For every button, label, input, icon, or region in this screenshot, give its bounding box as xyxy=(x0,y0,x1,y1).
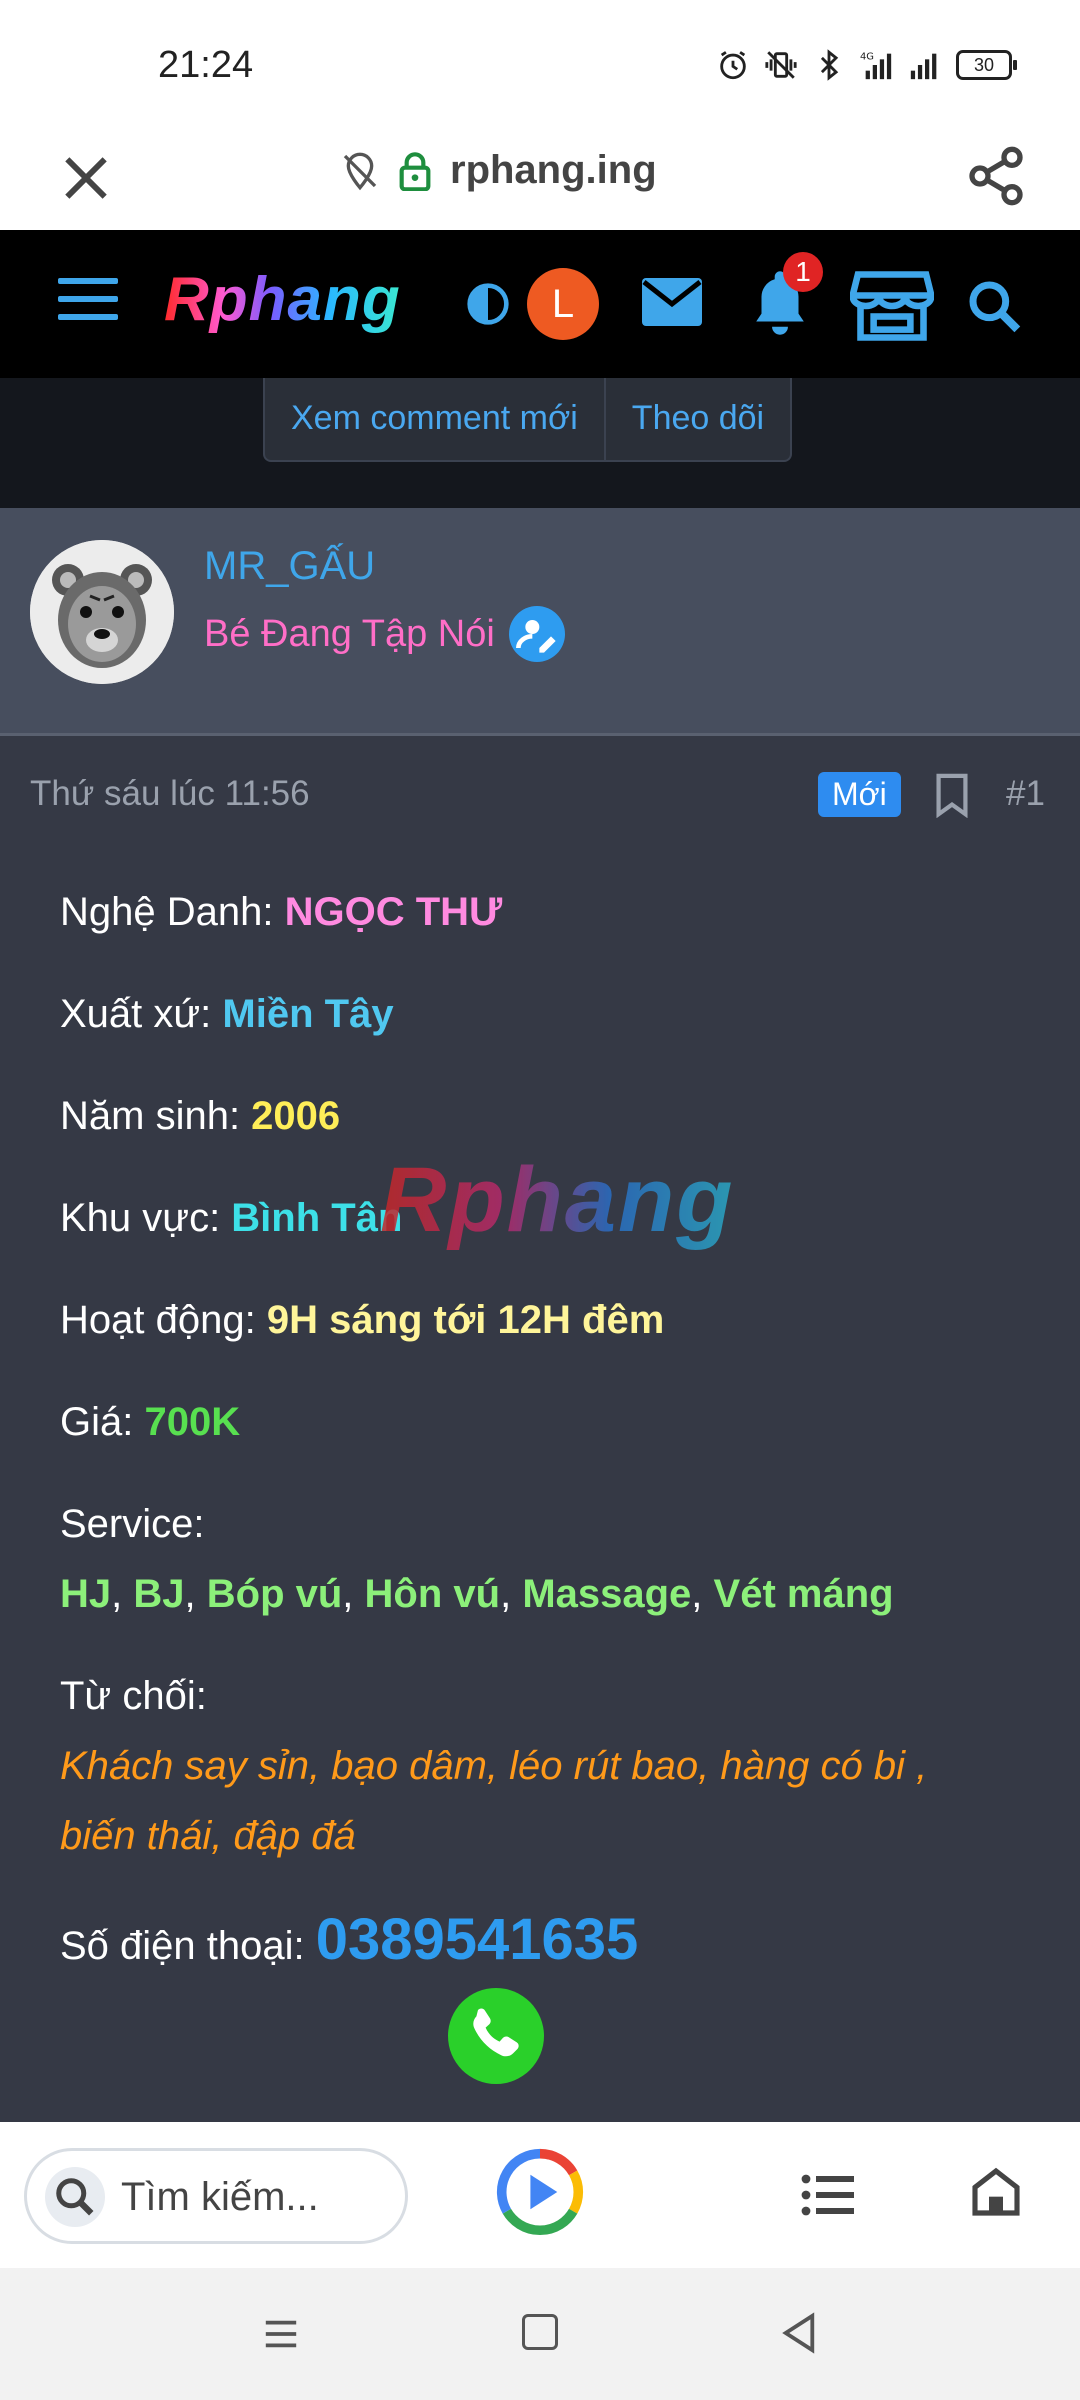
watermark-logo: Rphang xyxy=(380,1149,735,1251)
site-header: Rphang L 1 xyxy=(0,230,1080,378)
browser-url-bar: rphang.ing xyxy=(0,130,1080,230)
share-icon[interactable] xyxy=(964,142,1028,210)
username[interactable]: MR_GẤU xyxy=(204,544,375,589)
phone-row: Số điện thoại: 0389541635 xyxy=(60,1906,638,1973)
stage-name-value: NGỌC THƯ xyxy=(284,890,503,934)
hours-value: 9H sáng tới 12H đêm xyxy=(266,1298,665,1342)
close-icon[interactable] xyxy=(54,146,118,210)
new-badge: Mới xyxy=(818,772,901,817)
store-icon[interactable] xyxy=(850,268,934,344)
user-title: Bé Đang Tập Nói xyxy=(204,606,565,662)
area-value: Bình Tân xyxy=(231,1196,403,1240)
price-label: Giá: xyxy=(60,1400,145,1444)
reject-line-2: biến thái, đập đá xyxy=(60,1814,356,1858)
services-list: HJ, BJ, Bóp vú, Hôn vú, Massage, Vét mán… xyxy=(60,1572,894,1616)
battery-icon: 30 xyxy=(956,50,1017,80)
signal-4g-icon: 4G xyxy=(860,51,892,80)
svg-text:4G: 4G xyxy=(860,51,874,62)
price-value: 700K xyxy=(144,1400,241,1444)
area-label: Khu vực: xyxy=(60,1196,232,1240)
browser-bottom-toolbar: Tìm kiếm... xyxy=(0,2122,1080,2268)
signal-icon xyxy=(910,53,937,80)
hours-row: Hoạt động: 9H sáng tới 12H đêm xyxy=(60,1298,664,1343)
notification-badge: 1 xyxy=(783,252,823,292)
vibrate-icon xyxy=(765,51,797,79)
price-row: Giá: 700K xyxy=(60,1400,240,1445)
list-icon[interactable] xyxy=(800,2170,856,2220)
bluetooth-icon xyxy=(820,49,839,81)
home-button-icon[interactable] xyxy=(522,2314,558,2350)
search-icon xyxy=(45,2167,105,2227)
phone-label: Số điện thoại: xyxy=(60,1924,316,1968)
search-icon[interactable] xyxy=(966,278,1022,334)
search-placeholder: Tìm kiếm... xyxy=(121,2175,319,2219)
post-author-bar: MR_GẤU Bé Đang Tập Nói xyxy=(0,508,1080,736)
phone-number-link[interactable]: 0389541635 xyxy=(316,1907,639,1972)
service-item: BJ xyxy=(133,1572,185,1616)
user-avatar[interactable] xyxy=(30,540,174,684)
hours-label: Hoạt động: xyxy=(60,1298,267,1342)
alarm-icon xyxy=(720,51,746,80)
back-icon[interactable] xyxy=(780,2312,818,2354)
bear-avatar-icon xyxy=(30,540,174,684)
call-button[interactable] xyxy=(448,1988,544,2084)
location-off-icon xyxy=(343,152,377,190)
home-icon[interactable] xyxy=(968,2164,1024,2220)
reject-line-1: Khách say sỉn, bạo dâm, léo rút bao, hàn… xyxy=(60,1744,928,1788)
new-comments-button[interactable]: Xem comment mới xyxy=(265,378,604,460)
post-date[interactable]: Thứ sáu lúc 11:56 xyxy=(30,774,310,814)
action-button-group: Xem comment mới Theo dõi xyxy=(263,378,793,462)
status-time: 21:24 xyxy=(158,44,254,86)
birth-year-label: Năm sinh: xyxy=(60,1094,252,1138)
service-item: HJ xyxy=(60,1572,112,1616)
post-number[interactable]: #1 xyxy=(1006,774,1045,814)
thread-actions: Xem comment mới Theo dõi xyxy=(0,378,1080,508)
verified-user-icon xyxy=(508,606,565,662)
url-display[interactable]: rphang.ing xyxy=(340,148,657,193)
origin-label: Xuất xứ: xyxy=(60,992,223,1036)
system-nav-bar xyxy=(0,2268,1080,2400)
service-item: Vét máng xyxy=(713,1572,894,1616)
follow-button[interactable]: Theo dõi xyxy=(603,378,790,460)
status-icons: 4G 30 xyxy=(716,48,1017,82)
reject-label: Từ chối: xyxy=(60,1674,207,1718)
recent-apps-icon[interactable] xyxy=(262,2314,300,2354)
area-row: Khu vực: Bình Tân xyxy=(60,1196,402,1241)
phone-icon xyxy=(473,2008,519,2057)
account-avatar[interactable]: L xyxy=(527,268,599,340)
lock-icon xyxy=(399,151,431,191)
bookmark-icon[interactable] xyxy=(934,772,970,818)
theme-toggle-icon[interactable] xyxy=(466,282,510,326)
user-rank: Bé Đang Tập Nói xyxy=(204,612,495,655)
service-label: Service: xyxy=(60,1502,205,1546)
origin-row: Xuất xứ: Miền Tây xyxy=(60,992,394,1037)
video-play-icon[interactable] xyxy=(494,2146,586,2238)
site-logo[interactable]: Rphang xyxy=(164,264,401,335)
search-box[interactable]: Tìm kiếm... xyxy=(24,2148,408,2244)
birth-year-value: 2006 xyxy=(251,1094,341,1138)
status-bar: 21:24 4G 30 xyxy=(0,0,1080,130)
mail-icon[interactable] xyxy=(640,274,704,330)
origin-value: Miền Tây xyxy=(222,992,394,1036)
url-text: rphang.ing xyxy=(450,148,657,192)
service-item: Bóp vú xyxy=(206,1572,343,1616)
stage-name-row: Nghệ Danh: NGỌC THƯ xyxy=(60,890,502,935)
birth-year-row: Năm sinh: 2006 xyxy=(60,1094,340,1139)
service-item: Massage xyxy=(522,1572,692,1616)
stage-name-label: Nghệ Danh: xyxy=(60,890,285,934)
menu-icon[interactable] xyxy=(58,278,118,326)
service-item: Hôn vú xyxy=(364,1572,501,1616)
